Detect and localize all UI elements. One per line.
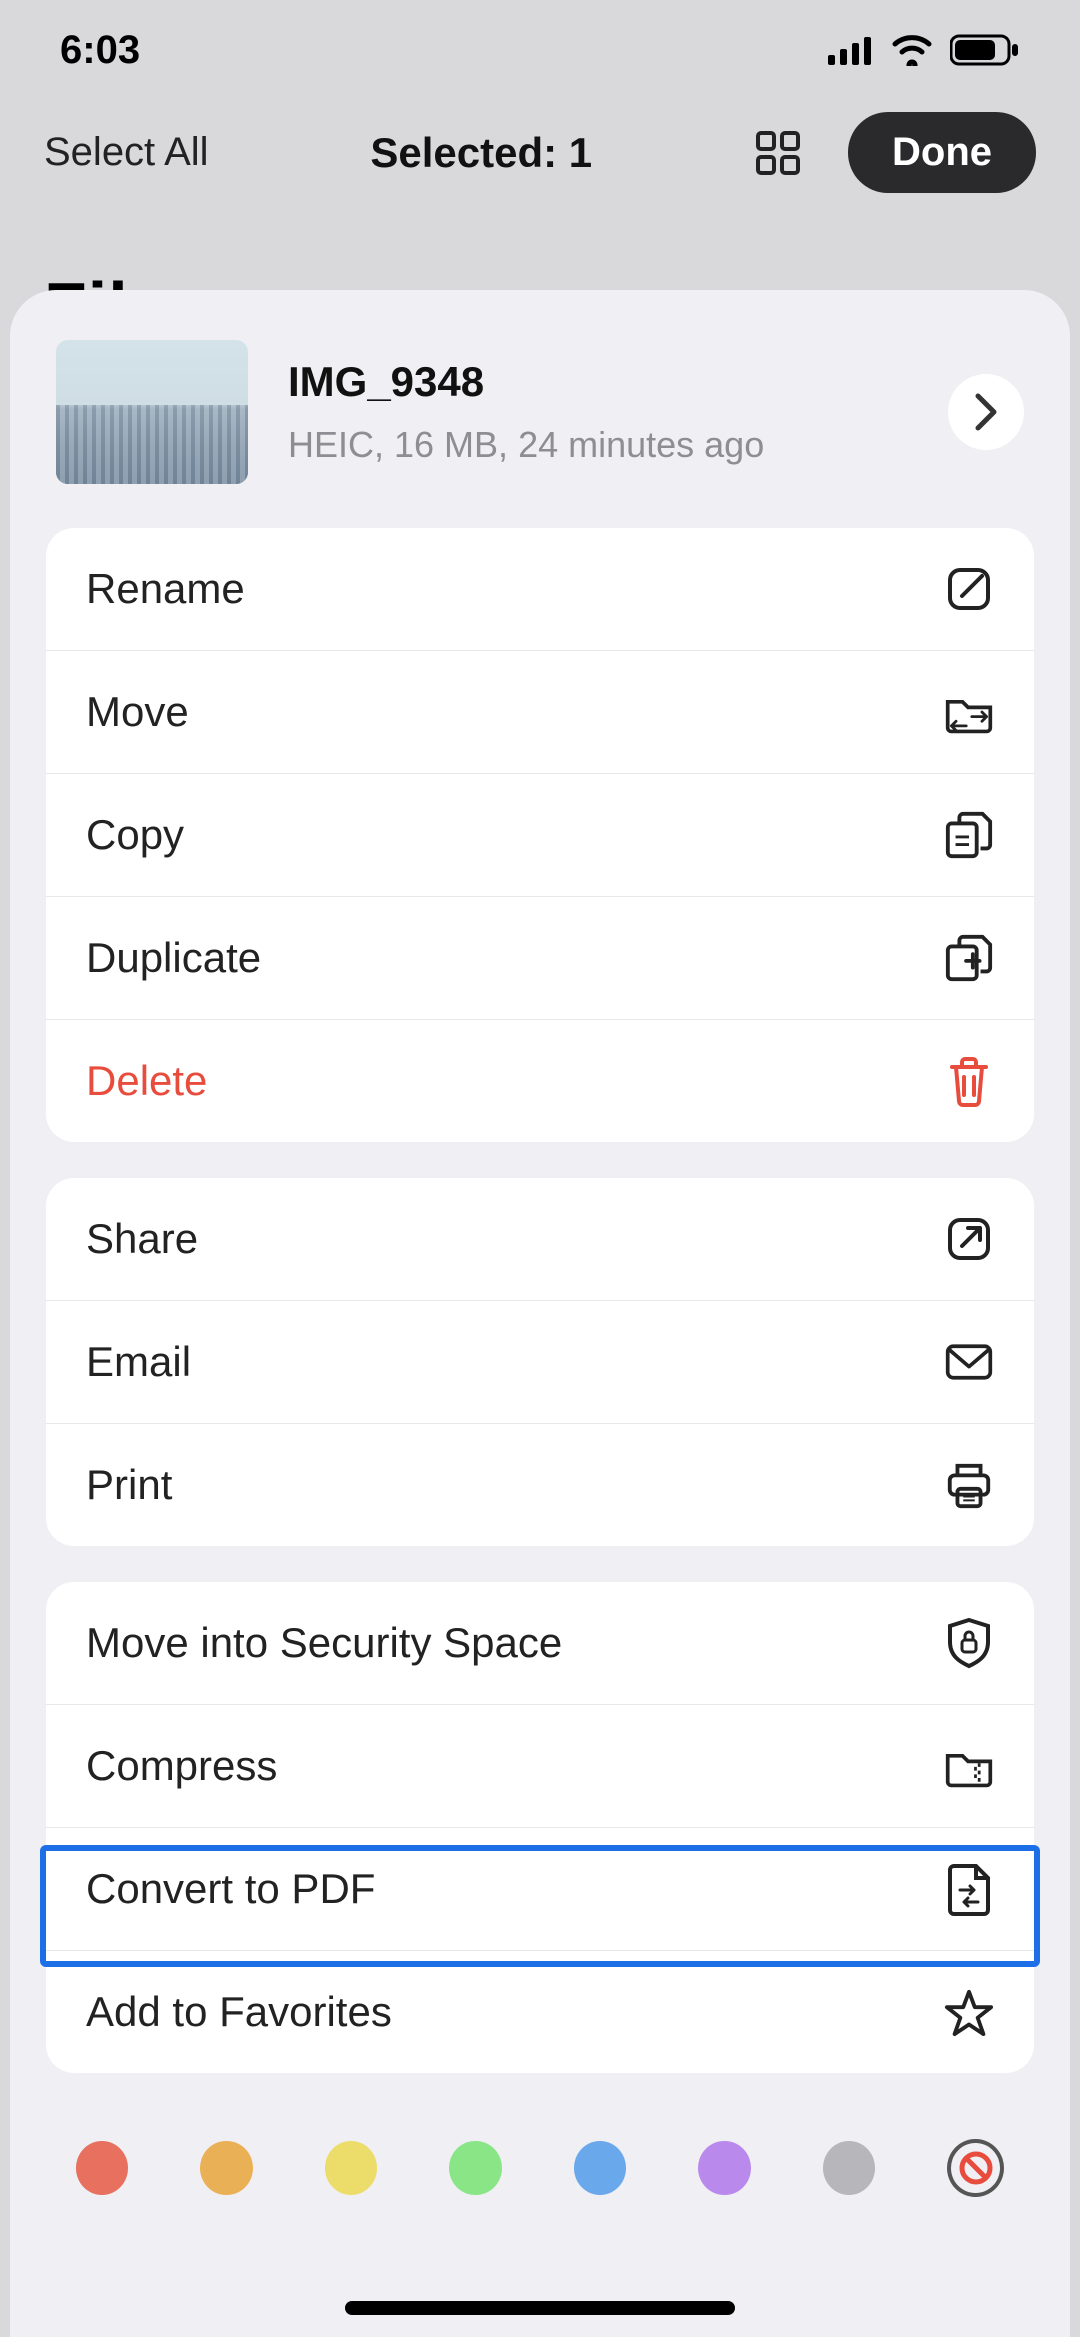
rename-row[interactable]: Rename — [46, 528, 1034, 651]
action-label: Email — [86, 1338, 191, 1386]
grid-icon — [754, 129, 802, 177]
action-group-more: Move into Security Space Compress Conver… — [46, 1582, 1034, 2073]
tag-none-button[interactable] — [947, 2139, 1004, 2197]
chevron-right-icon — [972, 392, 1000, 432]
shield-lock-icon — [944, 1618, 994, 1668]
duplicate-icon — [944, 933, 994, 983]
action-label: Convert to PDF — [86, 1865, 375, 1913]
copy-icon — [944, 810, 994, 860]
status-indicators — [828, 33, 1020, 67]
action-label: Move — [86, 688, 189, 736]
action-label: Delete — [86, 1057, 207, 1105]
file-meta: HEIC, 16 MB, 24 minutes ago — [288, 424, 908, 466]
tag-gray[interactable] — [823, 2141, 875, 2195]
duplicate-row[interactable]: Duplicate — [46, 897, 1034, 1020]
action-label: Compress — [86, 1742, 277, 1790]
action-label: Rename — [86, 565, 245, 613]
select-all-button[interactable]: Select All — [44, 130, 209, 175]
tag-orange[interactable] — [200, 2141, 252, 2195]
zip-icon — [944, 1741, 994, 1791]
file-thumbnail — [56, 340, 248, 484]
security-space-row[interactable]: Move into Security Space — [46, 1582, 1034, 1705]
mail-icon — [944, 1337, 994, 1387]
tag-purple[interactable] — [698, 2141, 750, 2195]
action-group-file: Rename Move Copy Duplicate Delete — [46, 528, 1034, 1142]
wifi-icon — [890, 34, 934, 66]
action-label: Copy — [86, 811, 184, 859]
home-indicator[interactable] — [345, 2301, 735, 2315]
action-label: Share — [86, 1215, 198, 1263]
selected-count: Selected: 1 — [370, 129, 592, 177]
battery-icon — [950, 33, 1020, 67]
share-icon — [944, 1214, 994, 1264]
delete-row[interactable]: Delete — [46, 1020, 1034, 1142]
action-label: Print — [86, 1461, 172, 1509]
tag-yellow[interactable] — [325, 2141, 377, 2195]
action-sheet: IMG_9348 HEIC, 16 MB, 24 minutes ago Ren… — [10, 290, 1070, 2337]
star-icon — [944, 1987, 994, 2037]
cellular-icon — [828, 35, 874, 65]
favorites-row[interactable]: Add to Favorites — [46, 1951, 1034, 2073]
tag-blue[interactable] — [574, 2141, 626, 2195]
print-icon — [944, 1460, 994, 1510]
trash-icon — [944, 1056, 994, 1106]
status-bar: 6:03 — [0, 0, 1080, 100]
folder-move-icon — [944, 687, 994, 737]
copy-row[interactable]: Copy — [46, 774, 1034, 897]
action-label: Add to Favorites — [86, 1988, 392, 2036]
email-row[interactable]: Email — [46, 1301, 1034, 1424]
layout-grid-button[interactable] — [754, 129, 802, 177]
share-row[interactable]: Share — [46, 1178, 1034, 1301]
print-row[interactable]: Print — [46, 1424, 1034, 1546]
tag-colors-row — [46, 2109, 1034, 2197]
edit-icon — [944, 564, 994, 614]
done-button[interactable]: Done — [848, 112, 1036, 193]
convert-pdf-row[interactable]: Convert to PDF — [46, 1828, 1034, 1951]
action-group-share: Share Email Print — [46, 1178, 1034, 1546]
file-details-button[interactable] — [948, 374, 1024, 450]
action-label: Duplicate — [86, 934, 261, 982]
tag-red[interactable] — [76, 2141, 128, 2195]
selection-toolbar: Select All Selected: 1 Done — [0, 100, 1080, 223]
compress-row[interactable]: Compress — [46, 1705, 1034, 1828]
file-header: IMG_9348 HEIC, 16 MB, 24 minutes ago — [46, 340, 1034, 528]
file-name: IMG_9348 — [288, 358, 908, 406]
move-row[interactable]: Move — [46, 651, 1034, 774]
tag-green[interactable] — [449, 2141, 501, 2195]
convert-icon — [944, 1864, 994, 1914]
no-tag-icon — [958, 2150, 994, 2186]
action-label: Move into Security Space — [86, 1619, 562, 1667]
status-time: 6:03 — [60, 28, 140, 73]
